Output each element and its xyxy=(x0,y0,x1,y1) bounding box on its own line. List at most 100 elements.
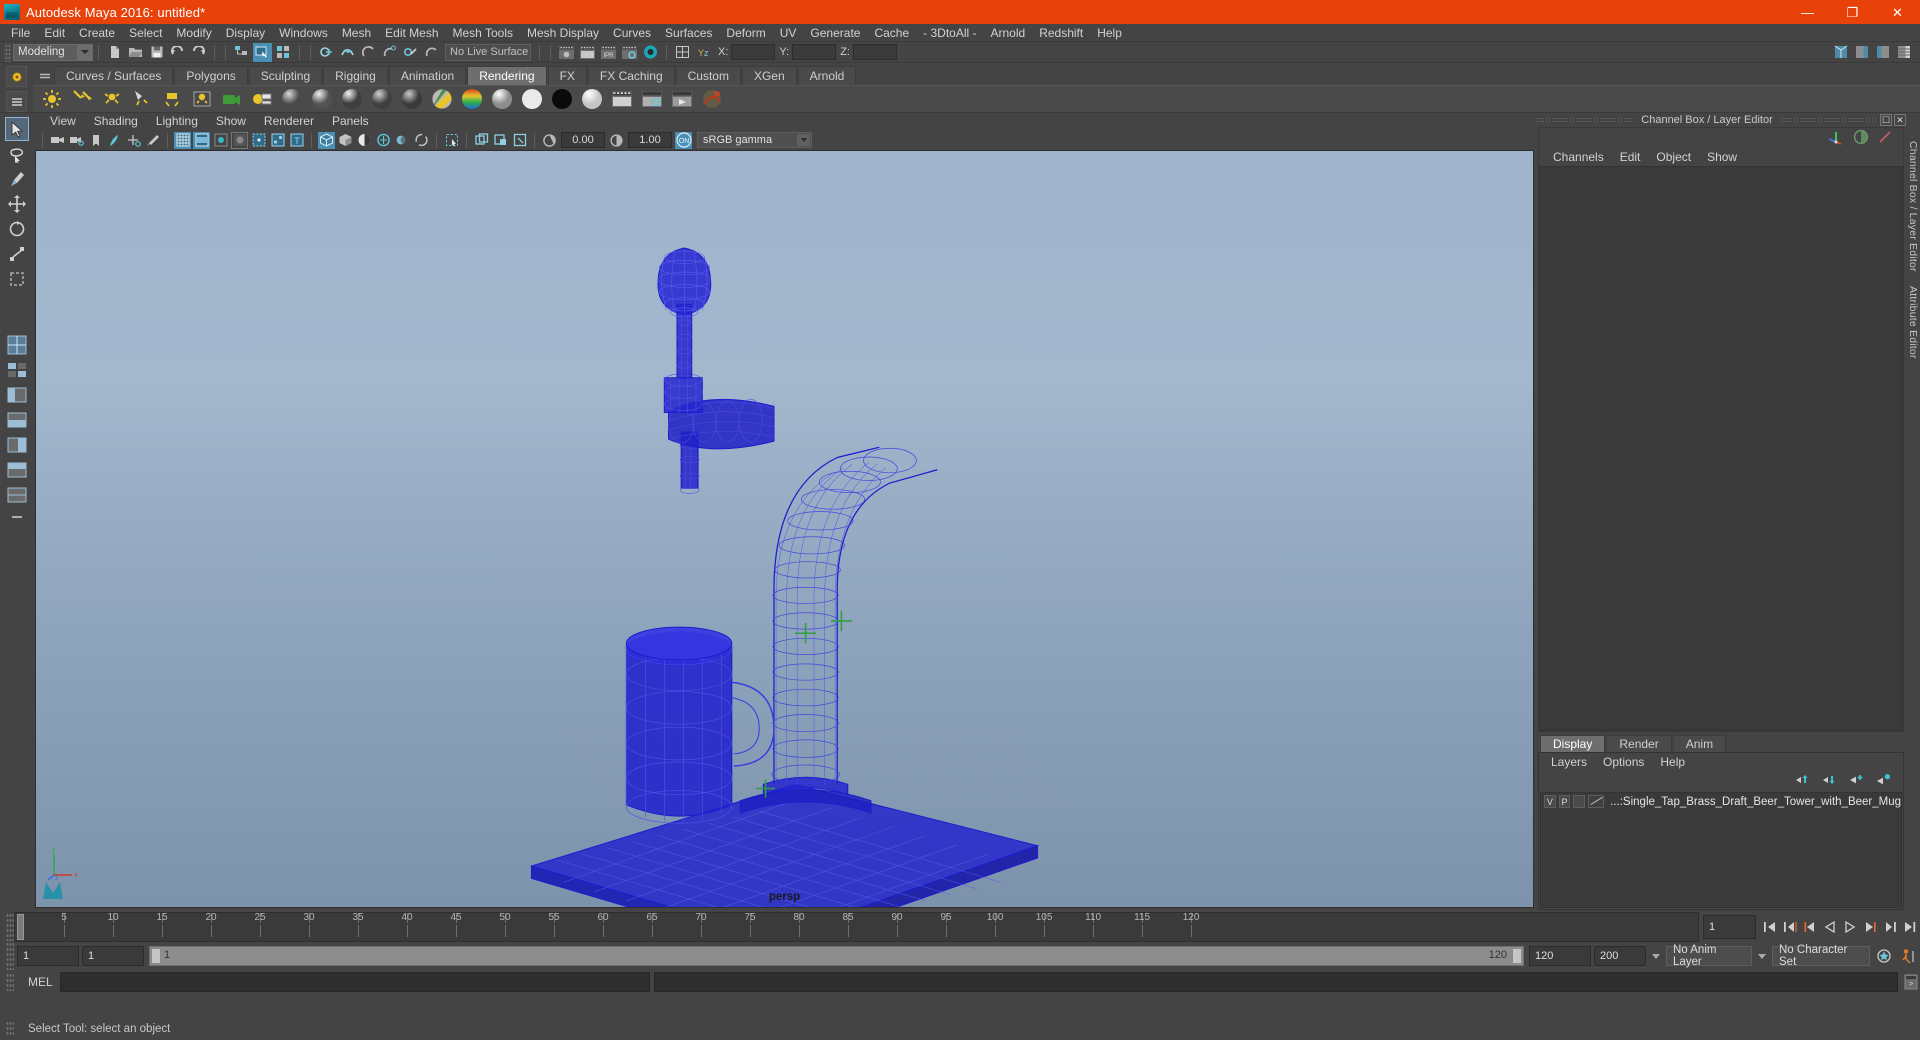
close-button[interactable]: ✕ xyxy=(1875,0,1920,24)
rotate-tool[interactable] xyxy=(5,217,29,241)
hypershade-icon[interactable] xyxy=(641,43,660,62)
resolution-gate-icon[interactable] xyxy=(212,132,229,149)
layer-row[interactable]: V P ...:Single_Tap_Brass_Draft_Beer_Tower_… xyxy=(1541,793,1901,810)
black-sphere-icon[interactable] xyxy=(549,86,575,112)
current-frame-field[interactable]: 1 xyxy=(1703,914,1756,939)
select-component-icon[interactable] xyxy=(274,43,293,62)
wireframe-icon[interactable] xyxy=(318,131,335,149)
shelf-tab-arnold[interactable]: Arnold xyxy=(797,66,857,85)
viewport-menu-lighting[interactable]: Lighting xyxy=(147,113,207,130)
new-layer-icon[interactable] xyxy=(1848,773,1864,789)
area-light-icon[interactable] xyxy=(159,86,185,112)
phonge-material-icon[interactable] xyxy=(369,86,395,112)
menu-item-curves[interactable]: Curves xyxy=(606,24,658,42)
menu-item-edit-mesh[interactable]: Edit Mesh xyxy=(378,24,445,42)
channel-box-menu-channels[interactable]: Channels xyxy=(1545,150,1612,164)
command-language-label[interactable]: MEL xyxy=(18,975,56,989)
white-sphere-icon[interactable] xyxy=(579,86,605,112)
xray-icon[interactable] xyxy=(473,132,490,149)
snap-view-plane-icon[interactable] xyxy=(401,43,420,62)
menu-item-edit[interactable]: Edit xyxy=(37,24,72,42)
two-panes-stacked-layout[interactable] xyxy=(5,483,29,507)
animation-preferences-icon[interactable] xyxy=(1898,948,1920,964)
layered-shader-icon[interactable] xyxy=(429,86,455,112)
shelf-tab-rigging[interactable]: Rigging xyxy=(323,66,388,85)
paint-select-tool[interactable] xyxy=(5,167,29,191)
select-object-icon[interactable] xyxy=(253,42,272,62)
menu-item-modify[interactable]: Modify xyxy=(169,24,218,42)
new-scene-icon[interactable] xyxy=(105,43,124,62)
layer-visibility-toggle[interactable]: V xyxy=(1544,795,1556,808)
menu-item-mesh-display[interactable]: Mesh Display xyxy=(520,24,606,42)
xray-active-components-icon[interactable] xyxy=(511,132,528,149)
film-gate-icon[interactable] xyxy=(193,131,210,149)
layer-editor-menu-help[interactable]: Help xyxy=(1652,755,1693,769)
shelf-tab-curves-surfaces[interactable]: Curves / Surfaces xyxy=(54,66,174,85)
time-slider[interactable]: 5 10 15 20 25 30 35 40 45 50 55 60 65 70 75 80 85 90 95 100… xyxy=(14,911,1699,942)
layer-editor-menu-options[interactable]: Options xyxy=(1595,755,1652,769)
close-icon[interactable]: ✕ xyxy=(1894,114,1906,126)
gate-mask-icon[interactable] xyxy=(231,131,248,149)
play-backwards-icon[interactable] xyxy=(1820,916,1840,938)
render-settings-shelf-icon[interactable] xyxy=(639,86,665,112)
snap-point-icon[interactable] xyxy=(359,43,378,62)
layer-editor-menu-layers[interactable]: Layers xyxy=(1543,755,1595,769)
chevron-down-icon[interactable] xyxy=(77,44,92,60)
persp-outliner-layout[interactable] xyxy=(5,383,29,407)
gamma-icon[interactable] xyxy=(608,132,625,149)
grid-icon[interactable] xyxy=(174,131,191,149)
directional-light-icon[interactable] xyxy=(69,86,95,112)
step-back-key-icon[interactable] xyxy=(1780,916,1800,938)
redo-icon[interactable] xyxy=(189,43,208,62)
menu-item-mesh-tools[interactable]: Mesh Tools xyxy=(446,24,520,42)
ipr-render-icon[interactable]: IPR xyxy=(599,43,618,62)
show-hide-modeling-toolkit-icon[interactable] xyxy=(1832,43,1851,62)
viewport-menu-panels[interactable]: Panels xyxy=(323,113,378,130)
use-background-icon[interactable] xyxy=(519,86,545,112)
shelf-options-menu-icon[interactable] xyxy=(6,91,27,112)
snap-curve-icon[interactable] xyxy=(338,43,357,62)
step-forward-key-icon[interactable] xyxy=(1880,916,1900,938)
move-layer-down-icon[interactable] xyxy=(1821,773,1837,789)
persp-graph-layout[interactable] xyxy=(5,408,29,432)
coord-x-field[interactable] xyxy=(731,44,776,60)
shelf-tab-fx[interactable]: FX xyxy=(547,66,587,85)
layer-playback-toggle[interactable]: P xyxy=(1558,795,1571,808)
anim-end-field[interactable]: 200 xyxy=(1594,946,1646,966)
range-bar[interactable]: 1 120 xyxy=(149,946,1524,966)
grease-pencil-icon[interactable] xyxy=(144,132,161,149)
help-line-grip[interactable] xyxy=(6,1021,14,1037)
ipr-render-shelf-icon[interactable] xyxy=(699,86,725,112)
shelf-drag-handle[interactable] xyxy=(37,66,53,85)
show-render-view-icon[interactable] xyxy=(557,43,576,62)
safe-title-icon[interactable]: T xyxy=(288,132,305,149)
menu-item-mesh[interactable]: Mesh xyxy=(335,24,378,42)
two-d-pan-zoom-icon[interactable] xyxy=(125,132,142,149)
shelf-tab-custom[interactable]: Custom xyxy=(675,66,741,85)
menu-item-surfaces[interactable]: Surfaces xyxy=(658,24,719,42)
menu-item-deform[interactable]: Deform xyxy=(719,24,772,42)
highlight-icon[interactable] xyxy=(1877,129,1893,148)
range-bar-left-handle[interactable] xyxy=(151,948,161,964)
four-view-layout[interactable] xyxy=(5,358,29,382)
open-scene-icon[interactable] xyxy=(126,43,145,62)
save-scene-icon[interactable] xyxy=(147,43,166,62)
smooth-shade-icon[interactable] xyxy=(337,132,354,149)
range-end-field[interactable]: 120 xyxy=(1529,946,1591,966)
bookmark-icon[interactable] xyxy=(87,132,104,149)
script-editor-icon[interactable]: > xyxy=(1902,972,1920,992)
anim-start-field[interactable]: 1 xyxy=(17,946,79,966)
step-forward-frame-icon[interactable] xyxy=(1860,916,1880,938)
menu-item-help[interactable]: Help xyxy=(1090,24,1129,42)
shelf-tab-xgen[interactable]: XGen xyxy=(741,66,797,85)
menu-item-redshift[interactable]: Redshift xyxy=(1032,24,1090,42)
ambient-light-icon[interactable] xyxy=(39,86,65,112)
single-perspective-layout[interactable] xyxy=(5,333,29,357)
maximize-button[interactable]: ❐ xyxy=(1830,0,1875,24)
color-space-selector[interactable]: sRGB gamma xyxy=(697,132,812,148)
channel-box-menu-edit[interactable]: Edit xyxy=(1612,150,1649,164)
ambient-occlusion-icon[interactable] xyxy=(413,132,430,149)
minimize-button[interactable]: — xyxy=(1785,0,1830,24)
outliner-icon[interactable] xyxy=(673,43,692,62)
layer-editor-tab-anim[interactable]: Anim xyxy=(1672,735,1727,752)
